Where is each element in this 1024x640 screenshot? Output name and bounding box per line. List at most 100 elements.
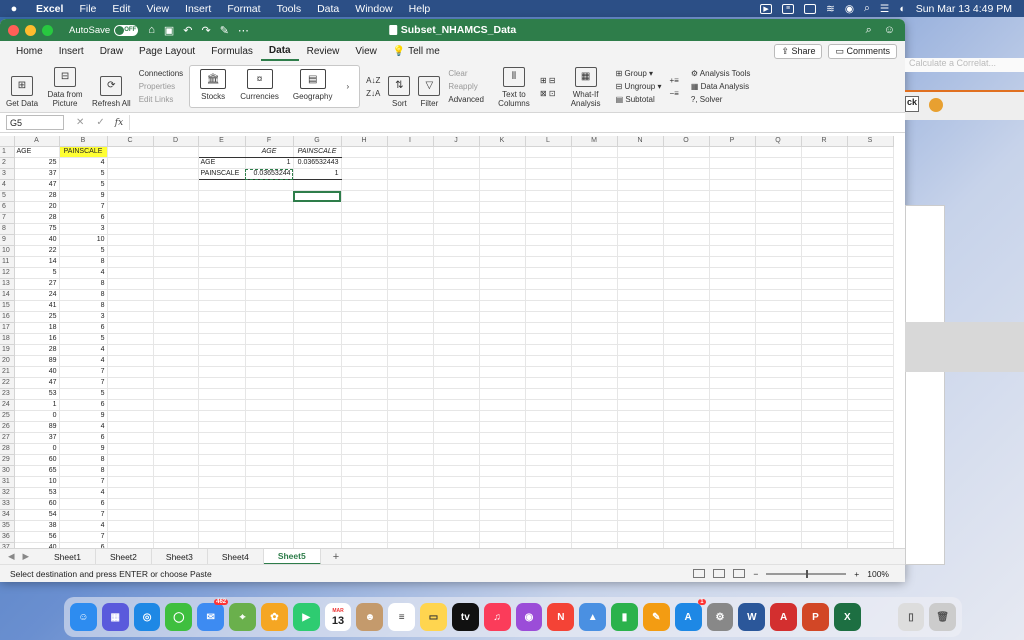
sheet-tab-4[interactable]: Sheet4: [208, 548, 264, 565]
cell-r31[interactable]: [801, 476, 848, 489]
cell-s24[interactable]: [847, 399, 894, 412]
cell-h33[interactable]: [341, 498, 388, 511]
cell-k30[interactable]: [479, 465, 526, 478]
cell-h34[interactable]: [341, 509, 388, 522]
cell-c15[interactable]: [107, 300, 154, 313]
row-header[interactable]: 17: [0, 322, 15, 335]
cell-k35[interactable]: [479, 520, 526, 533]
cell-m36[interactable]: [571, 531, 618, 544]
cell-p22[interactable]: [709, 377, 756, 390]
mail-icon[interactable]: ✉ 462: [197, 599, 229, 631]
properties-button[interactable]: Properties: [139, 82, 183, 91]
cell-i18[interactable]: [387, 333, 434, 346]
cell-q20[interactable]: [755, 355, 802, 368]
cell-c18[interactable]: [107, 333, 154, 346]
cell-g29[interactable]: [293, 454, 342, 467]
cell-b20[interactable]: 4: [59, 355, 108, 368]
edit-links-button[interactable]: Edit Links: [139, 95, 183, 104]
cell-f4[interactable]: [245, 179, 294, 192]
cell-i23[interactable]: [387, 388, 434, 401]
cell-l17[interactable]: [525, 322, 572, 335]
column-header-m[interactable]: M: [571, 136, 618, 148]
cell-j27[interactable]: [433, 432, 480, 445]
cell-q10[interactable]: [755, 245, 802, 258]
cell-c13[interactable]: [107, 278, 154, 291]
wifi-icon[interactable]: ≋: [826, 3, 835, 15]
cell-i35[interactable]: [387, 520, 434, 533]
cell-p19[interactable]: [709, 344, 756, 357]
cell-b12[interactable]: 4: [59, 267, 108, 280]
cell-o33[interactable]: [663, 498, 710, 511]
cell-f22[interactable]: [245, 377, 294, 390]
cell-k23[interactable]: [479, 388, 526, 401]
insert-function-button[interactable]: fx: [115, 118, 123, 128]
cell-k4[interactable]: [479, 179, 526, 192]
cell-i6[interactable]: [387, 201, 434, 214]
cell-o18[interactable]: [663, 333, 710, 346]
cell-f8[interactable]: [245, 223, 294, 236]
cell-b31[interactable]: 7: [59, 476, 108, 489]
cell-a10[interactable]: 22: [14, 245, 60, 258]
cell-j23[interactable]: [433, 388, 480, 401]
menu-app-name[interactable]: Excel: [28, 3, 71, 15]
cell-q12[interactable]: [755, 267, 802, 280]
sheet-tab-2[interactable]: Sheet2: [96, 548, 152, 565]
cell-j6[interactable]: [433, 201, 480, 214]
cell-k36[interactable]: [479, 531, 526, 544]
cell-i14[interactable]: [387, 289, 434, 302]
cell-p17[interactable]: [709, 322, 756, 335]
cell-f15[interactable]: [245, 300, 294, 313]
menu-tools[interactable]: Tools: [269, 3, 310, 15]
cell-k8[interactable]: [479, 223, 526, 236]
row-header[interactable]: 6: [0, 201, 15, 214]
cell-c31[interactable]: [107, 476, 154, 489]
sort-button[interactable]: ⇅ Sort: [388, 64, 411, 110]
cell-n20[interactable]: [617, 355, 664, 368]
cell-i28[interactable]: [387, 443, 434, 456]
cell-s29[interactable]: [847, 454, 894, 467]
tab-insert[interactable]: Insert: [51, 41, 92, 61]
cell-f2[interactable]: 1: [245, 157, 294, 170]
row-header[interactable]: 27: [0, 432, 15, 445]
cell-r3[interactable]: [801, 168, 848, 181]
cell-g28[interactable]: [293, 443, 342, 456]
cell-d33[interactable]: [153, 498, 199, 511]
cell-p20[interactable]: [709, 355, 756, 368]
show-detail-icon[interactable]: +≡: [669, 76, 678, 85]
cell-c26[interactable]: [107, 421, 154, 434]
cell-j35[interactable]: [433, 520, 480, 533]
cell-j2[interactable]: [433, 157, 480, 170]
cell-m17[interactable]: [571, 322, 618, 335]
cell-a14[interactable]: 24: [14, 289, 60, 302]
cell-l27[interactable]: [525, 432, 572, 445]
cell-f34[interactable]: [245, 509, 294, 522]
cell-c9[interactable]: [107, 234, 154, 247]
cell-e34[interactable]: [198, 509, 246, 522]
cell-p12[interactable]: [709, 267, 756, 280]
cell-a33[interactable]: 60: [14, 498, 60, 511]
cell-f35[interactable]: [245, 520, 294, 533]
facetime-icon[interactable]: ▶: [292, 603, 320, 631]
cell-c3[interactable]: [107, 168, 154, 181]
cell-p2[interactable]: [709, 157, 756, 170]
cell-e36[interactable]: [198, 531, 246, 544]
cell-n9[interactable]: [617, 234, 664, 247]
cell-l12[interactable]: [525, 267, 572, 280]
excel-icon[interactable]: X: [833, 603, 861, 631]
cell-h9[interactable]: [341, 234, 388, 247]
connections-button[interactable]: Connections: [139, 69, 183, 78]
cell-p9[interactable]: [709, 234, 756, 247]
zoom-slider[interactable]: [766, 569, 847, 578]
cell-g16[interactable]: [293, 311, 342, 324]
cell-e3[interactable]: PAINSCALE: [198, 168, 246, 181]
cell-r36[interactable]: [801, 531, 848, 544]
cell-k29[interactable]: [479, 454, 526, 467]
cell-d4[interactable]: [153, 179, 199, 192]
cell-k16[interactable]: [479, 311, 526, 324]
cell-k3[interactable]: [479, 168, 526, 181]
row-header[interactable]: 28: [0, 443, 15, 456]
cell-j3[interactable]: [433, 168, 480, 181]
cell-h10[interactable]: [341, 245, 388, 258]
minimize-window-button[interactable]: [25, 24, 36, 36]
cell-q27[interactable]: [755, 432, 802, 445]
